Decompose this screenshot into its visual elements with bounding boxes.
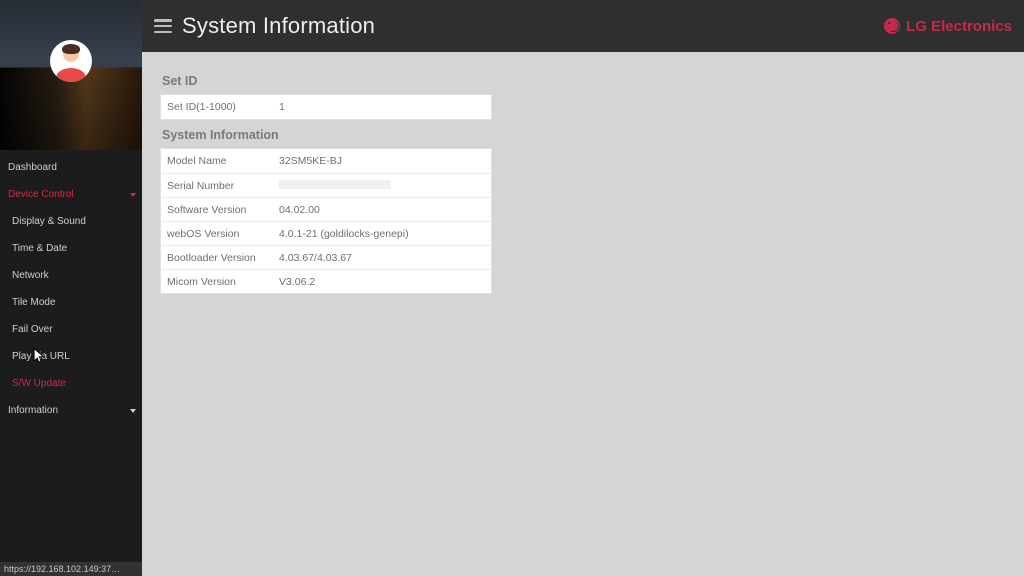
sidebar-item-information[interactable]: Information [0, 397, 142, 424]
sidebar-item-dashboard[interactable]: Dashboard [0, 154, 142, 181]
set-id-value[interactable]: 1 [279, 101, 485, 113]
set-id-row: Set ID(1-1000) 1 [161, 95, 491, 119]
brand-logo: LG Electronics [884, 18, 1012, 35]
sidebar-item-tile-mode[interactable]: Tile Mode [0, 289, 142, 316]
row-key: Bootloader Version [167, 252, 279, 264]
row-val: 4.03.67/4.03.67 [279, 252, 485, 264]
set-id-label: Set ID(1-1000) [167, 101, 279, 113]
row-key: webOS Version [167, 228, 279, 240]
sidebar-item-time-date[interactable]: Time & Date [0, 235, 142, 262]
statusbar-text: https://192.168.102.149:37… [4, 564, 120, 574]
sidebar-item-label: Tile Mode [12, 297, 56, 308]
header: System Information LG Electronics [142, 0, 1024, 52]
redacted-serial [279, 180, 391, 189]
system-info-card: Model Name 32SM5KE-BJ Serial Number Soft… [160, 148, 492, 294]
sidebar-item-fail-over[interactable]: Fail Over [0, 316, 142, 343]
table-row: Software Version 04.02.00 [161, 197, 491, 221]
sidebar-item-display-sound[interactable]: Display & Sound [0, 208, 142, 235]
sidebar-item-label: S/W Update [12, 378, 66, 389]
section-title-set-id: Set ID [162, 74, 1004, 88]
sidebar-item-play-via-url[interactable]: Play via URL [0, 343, 142, 370]
row-key: Serial Number [167, 180, 279, 192]
row-val: 04.02.00 [279, 204, 485, 216]
table-row: Bootloader Version 4.03.67/4.03.67 [161, 245, 491, 269]
sidebar-item-label: Network [12, 270, 49, 281]
lg-logo-icon [884, 18, 900, 34]
table-row: Micom Version V3.06.2 [161, 269, 491, 293]
row-val: 4.0.1-21 (goldilocks-genepi) [279, 228, 485, 240]
sidebar-item-label: Display & Sound [12, 216, 86, 227]
section-title-system-info: System Information [162, 128, 1004, 142]
sidebar-item-network[interactable]: Network [0, 262, 142, 289]
row-val: V3.06.2 [279, 276, 485, 288]
mouse-cursor-icon [32, 347, 46, 365]
sidebar-nav: Dashboard Device Control Display & Sound… [0, 150, 142, 562]
set-id-card: Set ID(1-1000) 1 [160, 94, 492, 120]
sidebar-item-device-control[interactable]: Device Control [0, 181, 142, 208]
sidebar-item-label: Time & Date [12, 243, 67, 254]
row-key: Model Name [167, 155, 279, 167]
brand-text: LG Electronics [906, 18, 1012, 35]
sidebar-item-label: Information [8, 405, 58, 416]
sidebar: Dashboard Device Control Display & Sound… [0, 0, 142, 576]
table-row: Model Name 32SM5KE-BJ [161, 149, 491, 173]
row-key: Micom Version [167, 276, 279, 288]
sidebar-item-label: Fail Over [12, 324, 53, 335]
sidebar-item-label: Dashboard [8, 162, 57, 173]
main: System Information LG Electronics Set ID… [142, 0, 1024, 576]
table-row: Serial Number [161, 173, 491, 197]
profile-banner [0, 0, 142, 150]
sidebar-item-label: Device Control [8, 189, 74, 200]
browser-statusbar: https://192.168.102.149:37… [0, 562, 142, 576]
hamburger-icon[interactable] [154, 19, 172, 33]
row-key: Software Version [167, 204, 279, 216]
row-val: 32SM5KE-BJ [279, 155, 485, 167]
page-title: System Information [182, 13, 375, 39]
table-row: webOS Version 4.0.1-21 (goldilocks-genep… [161, 221, 491, 245]
avatar[interactable] [50, 40, 92, 82]
sidebar-item-sw-update[interactable]: S/W Update [0, 370, 142, 397]
row-val [279, 180, 485, 192]
content: Set ID Set ID(1-1000) 1 System Informati… [142, 52, 1024, 308]
